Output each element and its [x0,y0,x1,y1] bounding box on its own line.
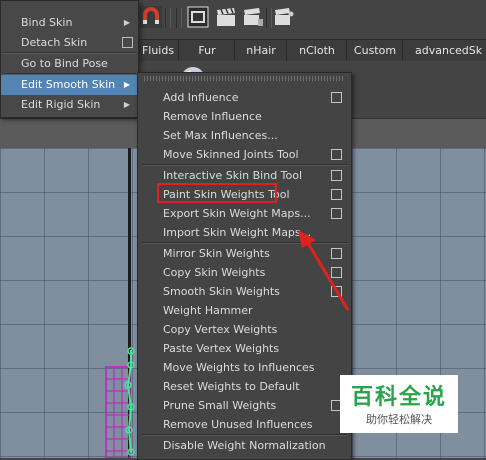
clapper-icon[interactable] [215,6,237,28]
clapper-settings-icon[interactable] [242,6,264,28]
submenu-arrow-icon: ▶ [123,18,130,27]
shelf-tab-fluids[interactable]: Fluids [138,40,178,61]
menu-item-move-weights-to-influences[interactable]: Move Weights to Influences [163,358,315,377]
watermark-subtitle: 助你轻松解决 [366,413,432,426]
menu-item-prune-small-weights[interactable]: Prune Small Weights [163,396,276,415]
menu-item-import-skin-weight-maps[interactable]: Import Skin Weight Maps... [163,223,311,242]
menu-item-export-skin-weight-maps[interactable]: Export Skin Weight Maps... [163,204,311,223]
shelf-tab-fur[interactable]: Fur [178,40,235,61]
clapper-options-icon[interactable] [272,6,294,28]
menu-item-reset-weights-to-default[interactable]: Reset Weights to Default [163,377,300,396]
menu-item-bind-skin[interactable]: Bind Skin ▶ [1,13,138,32]
shelf-tab-bar: Fluids Fur nHair nCloth Custom advancedS… [138,39,486,62]
menu-item-paste-vertex-weights[interactable]: Paste Vertex Weights [163,339,279,358]
menu-item-edit-smooth-skin[interactable]: Edit Smooth Skin ▶ [1,75,138,95]
render-frame-icon[interactable] [187,6,209,28]
watermark-logo: 百科全说 助你轻松解决 [340,375,458,433]
menu-item-label: Go to Bind Pose [21,57,108,70]
shelf-tab-nhair[interactable]: nHair [234,40,287,61]
menu-item-add-influence[interactable]: Add Influence [163,88,238,107]
option-box-icon[interactable] [331,189,342,200]
menu-item-go-to-bind-pose[interactable]: Go to Bind Pose [1,54,138,73]
option-box-icon[interactable] [122,37,133,48]
submenu-arrow-icon: ▶ [123,80,130,89]
submenu-arrow-icon: ▶ [123,100,130,109]
annotation-highlight-box [157,183,277,203]
menu-item-remove-unused-influences[interactable]: Remove Unused Influences [163,415,313,434]
menu-item-copy-vertex-weights[interactable]: Copy Vertex Weights [163,320,277,339]
toolbar-separator [165,8,171,28]
watermark-title: 百科全说 [350,385,447,410]
menu-item-remove-influence[interactable]: Remove Influence [163,107,262,126]
menu-item-detach-skin[interactable]: Detach Skin [1,33,138,52]
menu-item-label: Bind Skin [21,16,73,29]
option-box-icon[interactable] [331,92,342,103]
tear-off-grip[interactable] [144,76,344,81]
annotation-arrow-icon [298,230,350,311]
menu-item-disable-weight-normalization[interactable]: Disable Weight Normalization [163,436,326,455]
menu-item-set-max-influences[interactable]: Set Max Influences... [163,126,278,145]
shelf-tab-custom[interactable]: Custom [346,40,403,61]
menu-item-weight-hammer[interactable]: Weight Hammer [163,301,253,320]
menu-item-copy-skin-weights[interactable]: Copy Skin Weights [163,263,265,282]
magnet-icon[interactable] [140,6,162,28]
menu-item-label: Edit Smooth Skin [21,78,116,91]
toolbar-separator [176,8,182,28]
option-box-icon[interactable] [331,149,342,160]
menu-item-mirror-skin-weights[interactable]: Mirror Skin Weights [163,244,270,263]
option-box-icon[interactable] [331,208,342,219]
menu-item-edit-rigid-skin[interactable]: Edit Rigid Skin ▶ [1,95,138,114]
shelf-tab-advancedskeleton[interactable]: advancedSk [402,40,486,61]
menu-item-smooth-skin-weights[interactable]: Smooth Skin Weights [163,282,280,301]
menu-item-label: Detach Skin [21,36,88,49]
option-box-icon[interactable] [331,170,342,181]
skinned-mesh-skeleton[interactable] [100,345,140,458]
shelf-tab-ncloth[interactable]: nCloth [286,40,347,61]
menu-item-move-skinned-joints-tool[interactable]: Move Skinned Joints Tool [163,145,299,164]
menu-item-label: Edit Rigid Skin [21,98,101,111]
skin-menu: Bind Skin ▶ Detach Skin Go to Bind Pose … [0,0,139,118]
